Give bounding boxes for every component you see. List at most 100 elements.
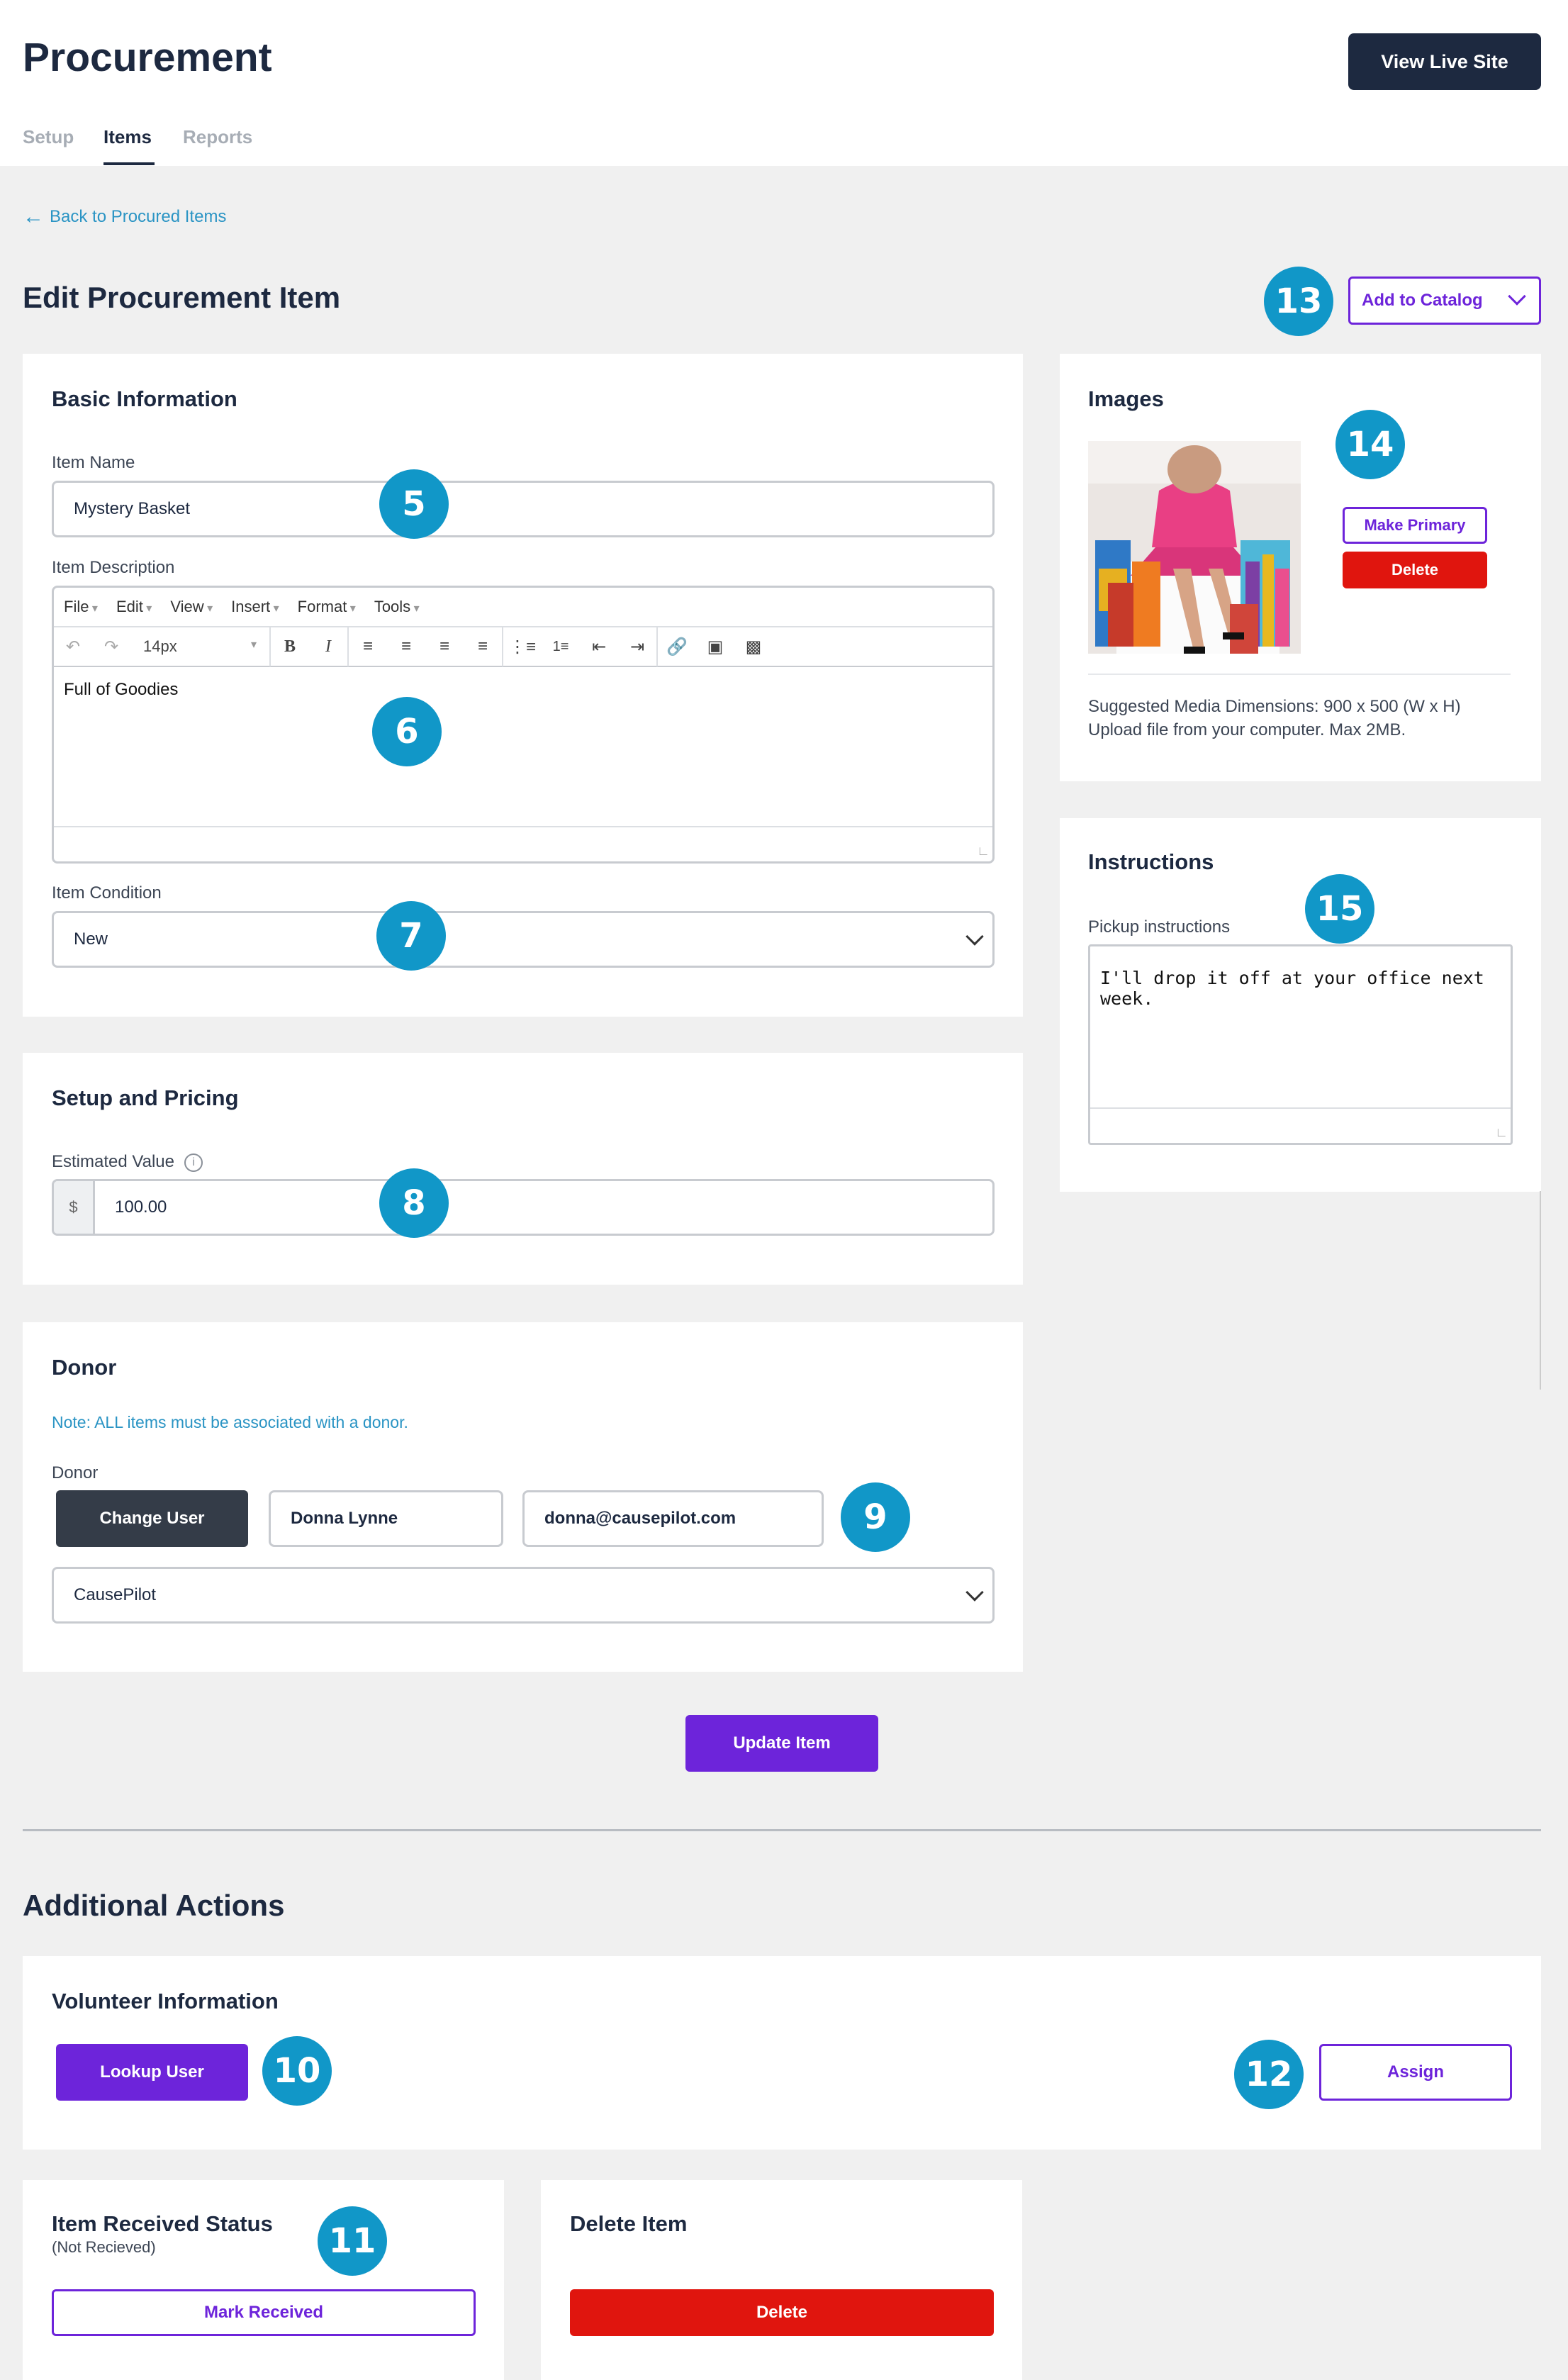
basic-information-title: Basic Information: [52, 386, 237, 411]
section-divider: [23, 1829, 1541, 1831]
annotation-badge-13: 13: [1264, 267, 1333, 336]
tab-reports[interactable]: Reports: [183, 126, 252, 148]
images-divider: [1088, 674, 1511, 675]
bullet-list-icon[interactable]: ⋮≡: [503, 637, 542, 657]
bold-icon[interactable]: B: [271, 637, 309, 657]
scrollbar-track: [1540, 1191, 1541, 1390]
pickup-instructions-label: Pickup instructions: [1088, 917, 1231, 937]
menu-format[interactable]: Format: [298, 598, 356, 616]
tab-setup[interactable]: Setup: [23, 126, 74, 148]
menu-view[interactable]: View: [170, 598, 213, 616]
annotation-badge-12: 12: [1234, 2040, 1304, 2109]
annotation-badge-6: 6: [372, 697, 442, 766]
resize-handle-icon[interactable]: ∟: [1495, 1125, 1508, 1140]
menu-insert[interactable]: Insert: [231, 598, 279, 616]
tab-items[interactable]: Items: [103, 126, 152, 148]
item-received-status-card: [23, 2180, 504, 2380]
mark-received-button[interactable]: Mark Received: [52, 2289, 476, 2336]
rich-text-editor[interactable]: File Edit View Insert Format Tools ↶ ↷ 1…: [52, 586, 995, 864]
received-status-text: (Not Recieved): [52, 2238, 156, 2256]
align-right-icon[interactable]: ≡: [425, 637, 464, 657]
donor-email-field[interactable]: donna@causepilot.com: [522, 1490, 824, 1547]
menu-file[interactable]: File: [64, 598, 98, 616]
caret-down-icon: ▾: [250, 639, 257, 651]
change-user-button[interactable]: Change User: [56, 1490, 248, 1547]
resize-handle-icon[interactable]: ∟: [977, 844, 990, 859]
annotation-badge-15: 15: [1305, 874, 1374, 944]
active-tab-indicator: [103, 162, 155, 165]
estimated-value-label: Estimated Value: [52, 1152, 174, 1171]
outdent-icon[interactable]: ⇤: [580, 637, 618, 657]
annotation-badge-10: 10: [262, 2036, 332, 2106]
pickup-instructions-text: I'll drop it off at your office next wee…: [1100, 968, 1484, 1009]
shopping-woman-image: [1088, 441, 1301, 654]
donor-note: Note: ALL items must be associated with …: [52, 1413, 408, 1431]
add-to-catalog-label: Add to Catalog: [1362, 291, 1483, 310]
delete-item-button[interactable]: Delete: [570, 2289, 994, 2336]
item-name-input[interactable]: Mystery Basket: [52, 481, 995, 537]
suggested-dimensions-text: Suggested Media Dimensions: 900 x 500 (W…: [1088, 697, 1461, 716]
volunteer-information-title: Volunteer Information: [52, 1989, 279, 2013]
menu-edit[interactable]: Edit: [116, 598, 152, 616]
italic-icon[interactable]: I: [309, 637, 347, 657]
setup-pricing-title: Setup and Pricing: [52, 1085, 239, 1110]
donor-organization-value: CausePilot: [74, 1585, 157, 1604]
donor-organization-select[interactable]: CausePilot: [52, 1567, 995, 1624]
estimated-value-input[interactable]: 100.00: [115, 1181, 167, 1234]
info-icon[interactable]: i: [184, 1153, 203, 1172]
undo-icon[interactable]: ↶: [54, 637, 92, 657]
media-icon[interactable]: ▩: [734, 637, 773, 657]
editor-toolbar: ↶ ↷ 14px ▾ B I ≡ ≡ ≡ ≡ ⋮≡ 1≡ ⇤ ⇥ 🔗 ▣ ▩: [54, 627, 992, 667]
donor-name-field[interactable]: Donna Lynne: [269, 1490, 503, 1547]
estimated-value-field: $ 100.00: [52, 1179, 995, 1236]
donor-label: Donor: [52, 1463, 99, 1482]
view-live-site-button[interactable]: View Live Site: [1348, 33, 1541, 90]
make-primary-button[interactable]: Make Primary: [1343, 507, 1487, 544]
chevron-down-icon: [965, 1583, 984, 1602]
images-title: Images: [1088, 386, 1164, 411]
delete-item-card: [541, 2180, 1022, 2380]
page-title: Edit Procurement Item: [23, 281, 341, 314]
add-to-catalog-dropdown[interactable]: Add to Catalog: [1348, 276, 1541, 325]
redo-icon[interactable]: ↷: [92, 637, 130, 657]
font-size-value: 14px: [143, 637, 177, 655]
page-header-title: Procurement: [23, 35, 272, 80]
item-condition-select[interactable]: New: [52, 911, 995, 968]
link-icon[interactable]: 🔗: [658, 637, 696, 657]
item-condition-value: New: [74, 929, 108, 949]
menu-tools[interactable]: Tools: [374, 598, 420, 616]
additional-actions-title: Additional Actions: [23, 1889, 285, 1922]
textarea-statusbar: [1090, 1107, 1511, 1143]
upload-hint-text: Upload file from your computer. Max 2MB.: [1088, 720, 1406, 739]
assign-button[interactable]: Assign: [1319, 2044, 1512, 2101]
back-link[interactable]: ← Back to Procured Items: [23, 205, 226, 229]
delete-item-title: Delete Item: [570, 2211, 688, 2236]
align-justify-icon[interactable]: ≡: [464, 637, 502, 657]
annotation-badge-11: 11: [318, 2206, 387, 2276]
numbered-list-icon[interactable]: 1≡: [542, 639, 580, 655]
image-icon[interactable]: ▣: [696, 637, 734, 657]
back-link-label: Back to Procured Items: [50, 207, 227, 226]
pickup-instructions-textarea[interactable]: I'll drop it off at your office next wee…: [1088, 944, 1513, 1145]
item-image-thumbnail[interactable]: [1088, 441, 1301, 654]
delete-image-button[interactable]: Delete: [1343, 552, 1487, 588]
editor-menubar: File Edit View Insert Format Tools: [54, 588, 992, 627]
update-item-button[interactable]: Update Item: [685, 1715, 878, 1772]
currency-addon: $: [54, 1181, 95, 1234]
annotation-badge-14: 14: [1335, 410, 1405, 479]
chevron-down-icon: [1508, 287, 1526, 306]
editor-content[interactable]: Full of Goodies: [64, 680, 178, 700]
align-center-icon[interactable]: ≡: [387, 637, 425, 657]
annotation-badge-8: 8: [379, 1168, 449, 1238]
lookup-user-button[interactable]: Lookup User: [56, 2044, 248, 2101]
indent-icon[interactable]: ⇥: [618, 637, 656, 657]
item-received-status-title: Item Received Status: [52, 2211, 273, 2236]
align-left-icon[interactable]: ≡: [349, 637, 387, 657]
item-condition-label: Item Condition: [52, 883, 162, 903]
font-size-select[interactable]: 14px ▾: [130, 637, 269, 656]
top-header: Procurement View Live Site Setup Items R…: [0, 0, 1568, 166]
instructions-title: Instructions: [1088, 849, 1214, 874]
donor-title: Donor: [52, 1355, 117, 1380]
item-name-label: Item Name: [52, 453, 135, 472]
annotation-badge-5: 5: [379, 469, 449, 539]
